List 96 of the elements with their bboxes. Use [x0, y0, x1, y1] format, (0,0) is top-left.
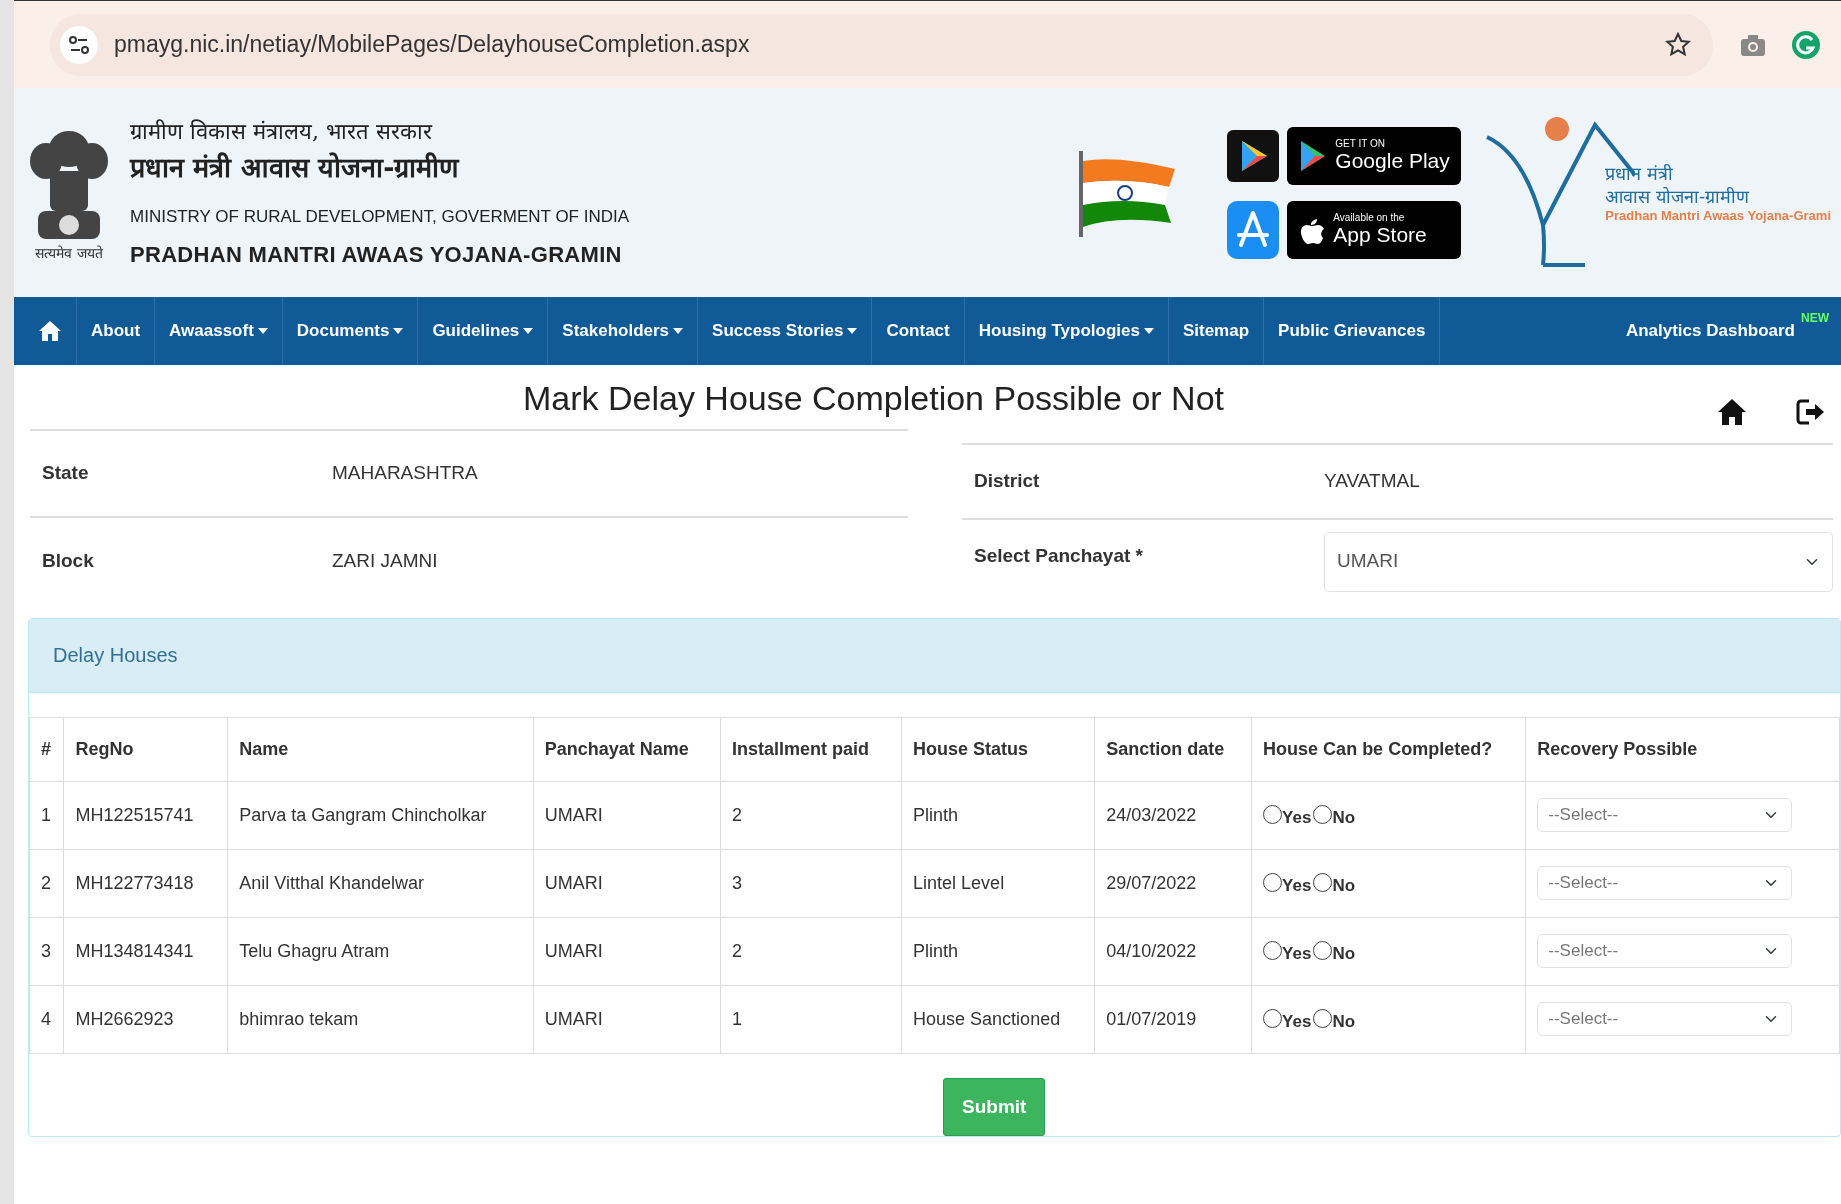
radio-button[interactable]	[1313, 940, 1333, 960]
column-header: Panchayat Name	[533, 717, 721, 781]
table-cell: 1	[720, 985, 902, 1053]
field-label: District	[961, 444, 1312, 519]
table-cell: UMARI	[533, 849, 721, 917]
table-cell: 4	[29, 985, 64, 1053]
nav-link[interactable]: Public Grievances	[1264, 297, 1441, 365]
home-icon[interactable]	[1717, 397, 1747, 427]
new-label: NEW	[1801, 310, 1829, 327]
nav-link[interactable]: Guidelines	[418, 297, 549, 365]
radio-button[interactable]	[1313, 804, 1333, 824]
nav-link[interactable]: Housing Typologies	[964, 297, 1169, 365]
extension-icon[interactable]	[1791, 29, 1821, 60]
table-cell: UMARI	[533, 985, 721, 1053]
table-cell: House Sanctioned	[901, 985, 1095, 1053]
radio-button[interactable]	[1263, 1008, 1283, 1028]
app-store-badge[interactable]: Available on the App Store	[1287, 200, 1462, 259]
nav-link[interactable]: About	[77, 297, 156, 365]
radio-label: No	[1332, 807, 1356, 827]
column-header: Sanction date	[1094, 717, 1252, 781]
table-cell: 2	[29, 849, 64, 917]
field-value: ZARI JAMNI	[320, 517, 908, 604]
radio-label: Yes	[1282, 943, 1312, 963]
panchayat-select[interactable]: UMARI	[1323, 531, 1833, 592]
nav-link[interactable]: Contact	[872, 297, 965, 365]
recovery-select[interactable]: --Select--	[1537, 866, 1793, 900]
recovery-select[interactable]: --Select--	[1537, 1002, 1793, 1036]
table-cell: 2	[720, 917, 902, 985]
table-cell: 3	[720, 849, 902, 917]
logo-text: आवास योजना-ग्रामीण	[1605, 185, 1751, 208]
logo-text: Pradhan Mantri Awaas Yojana-Grami	[1605, 208, 1831, 225]
table-cell: Telu Ghagru Atram	[227, 917, 534, 985]
ministry-name: MINISTRY OF RURAL DEVELOPMENT, GOVERMENT OF INDIA	[130, 206, 630, 228]
table-cell: MH2662923	[63, 985, 228, 1053]
table-cell: 29/07/2022	[1094, 849, 1252, 917]
ministry-hindi: ग्रामीण विकास मंत्रालय, भारत सरकार	[130, 117, 434, 146]
emblem-motto: सत्यमेव जयते	[35, 244, 103, 263]
field-label: State	[30, 430, 320, 518]
field-value: MAHARASHTRA	[320, 430, 908, 518]
nav-link[interactable]: Stakeholders	[548, 297, 699, 365]
table-cell: 3	[29, 917, 64, 985]
page-title: Mark Delay House Completion Possible or Not	[521, 378, 1226, 419]
table-cell: bhimrao tekam	[227, 985, 534, 1053]
table-cell: Anil Vitthal Khandelwar	[227, 849, 534, 917]
play-store-icon[interactable]	[1227, 129, 1280, 182]
table-cell: MH122515741	[63, 781, 228, 849]
radio-button[interactable]	[1313, 872, 1333, 892]
table-cell: UMARI	[533, 917, 721, 985]
table-cell: 1	[29, 781, 64, 849]
google-play-badge[interactable]: GET IT ON Google Play	[1287, 126, 1462, 185]
nav-link[interactable]: Success Stories	[698, 297, 873, 365]
radio-label: Yes	[1282, 807, 1312, 827]
column-header: RegNo	[63, 717, 228, 781]
table-cell: UMARI	[533, 781, 721, 849]
radio-label: No	[1332, 1011, 1356, 1031]
radio-button[interactable]	[1263, 940, 1283, 960]
panel-heading: Delay Houses	[29, 618, 1840, 693]
column-header: Installment paid	[720, 717, 902, 781]
app-store-icon[interactable]	[1227, 200, 1280, 259]
scheme-name: PRADHAN MANTRI AWAAS YOJANA-GRAMIN	[130, 240, 623, 269]
nav-link[interactable]: Analytics Dashboard NEW	[1611, 297, 1841, 365]
radio-label: Yes	[1282, 875, 1312, 895]
column-header: House Status	[901, 717, 1095, 781]
table-cell: Parva ta Gangram Chincholkar	[227, 781, 534, 849]
radio-button[interactable]	[1263, 872, 1283, 892]
field-label: Block	[30, 517, 320, 604]
site-settings-icon[interactable]	[60, 25, 98, 64]
radio-button[interactable]	[1313, 1008, 1333, 1028]
column-header: Recovery Possible	[1525, 717, 1840, 781]
logout-icon[interactable]	[1795, 397, 1825, 427]
home-icon	[38, 319, 62, 343]
field-value: YAVATMAL	[1311, 444, 1833, 519]
table-cell: MH134814341	[63, 917, 228, 985]
column-header: #	[29, 717, 64, 781]
nav-link[interactable]: Documents	[282, 297, 419, 365]
table-cell: Plinth	[901, 781, 1095, 849]
table-cell: MH122773418	[63, 849, 228, 917]
field-label: Select Panchayat *	[961, 518, 1312, 604]
star-icon[interactable]	[1665, 31, 1691, 58]
radio-button[interactable]	[1263, 804, 1283, 824]
radio-label: No	[1332, 943, 1356, 963]
table-cell: Plinth	[901, 917, 1095, 985]
nav-link[interactable]: Awaassoft	[155, 297, 283, 365]
table-cell: 01/07/2019	[1094, 985, 1252, 1053]
radio-label: Yes	[1282, 1011, 1312, 1031]
table-cell: 2	[720, 781, 902, 849]
nav-link[interactable]: Sitemap	[1168, 297, 1265, 365]
table-cell: Lintel Level	[901, 849, 1095, 917]
column-header: Name	[227, 717, 534, 781]
table-cell: 04/10/2022	[1094, 917, 1252, 985]
scheme-hindi: प्रधान मंत्री आवास योजना-ग्रामीण	[130, 150, 461, 185]
recovery-select[interactable]: --Select--	[1537, 934, 1793, 968]
radio-label: No	[1332, 875, 1356, 895]
column-header: House Can be Completed?	[1251, 717, 1526, 781]
table-cell: 24/03/2022	[1094, 781, 1252, 849]
recovery-select[interactable]: --Select--	[1537, 798, 1793, 832]
